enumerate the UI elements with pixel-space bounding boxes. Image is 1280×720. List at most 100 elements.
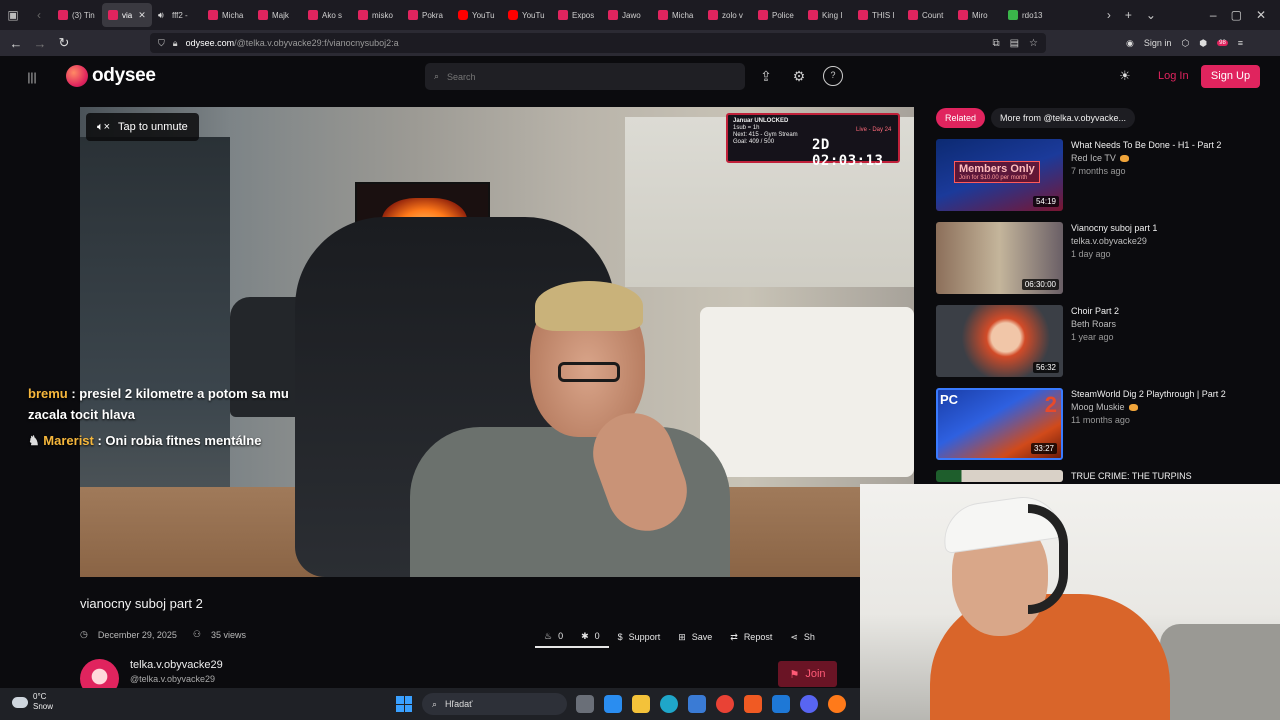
help-icon[interactable]: ? [823,66,843,86]
login-link[interactable]: Log In [1158,70,1189,82]
edge-icon[interactable] [660,695,678,713]
search-input[interactable] [447,71,728,82]
upload-icon[interactable]: ⇪ [756,66,776,86]
related-video-channel[interactable]: Beth Roars [1071,318,1119,331]
related-video-title[interactable]: SteamWorld Dig 2 Playthrough | Part 2 [1071,388,1226,401]
account-icon[interactable]: ◉ [1126,38,1134,49]
back-icon[interactable]: ← [4,36,28,51]
video-player[interactable] [80,107,914,577]
browser-tab[interactable]: Micha [202,3,252,27]
signup-button[interactable]: Sign Up [1201,65,1260,88]
minimize-icon[interactable]: – [1210,8,1217,22]
discord-icon[interactable] [800,695,818,713]
chrome-icon[interactable] [716,695,734,713]
repost-button[interactable]: ⇄ Repost [721,626,781,648]
related-video-title[interactable]: Choir Part 2 [1071,305,1119,318]
support-button[interactable]: $ Support [609,626,670,648]
related-video-item[interactable]: 56:32 Choir Part 2 Beth Roars 1 year ago [936,305,1266,377]
related-video-title[interactable]: TRUE CRIME: THE TURPINS [1071,470,1192,483]
related-video-item[interactable]: Members Only Join for $10.00 per month 54… [936,139,1266,211]
shield-ext-icon[interactable]: ⬢ [1199,38,1207,49]
related-channel-name: Red Ice TV [1071,153,1116,163]
browser-tab[interactable]: 🔊︎ fff2 - [152,3,202,27]
related-video-title[interactable]: Vianocny suboj part 1 [1071,222,1157,235]
weather-widget[interactable]: 0°C Snow [12,692,53,712]
settings-gear-icon[interactable]: ⚙ [789,66,809,86]
browser-tab[interactable]: misko [352,3,402,27]
fire-reaction-button[interactable]: ♨ 0 [535,626,573,648]
video-thumbnail[interactable]: 06:30:00 [936,222,1063,294]
video-thumbnail[interactable]: Members Only Join for $10.00 per month 54… [936,139,1063,211]
file-explorer-icon[interactable] [632,695,650,713]
close-tab-icon[interactable]: ✕ [138,10,146,21]
sign-in-link[interactable]: Sign in [1144,38,1172,48]
browser-tab[interactable]: zolo v [702,3,752,27]
reader-view-icon[interactable]: ▤ [1010,38,1019,49]
video-thumbnail[interactable] [936,470,1063,482]
related-video-item[interactable]: 06:30:00 Vianocny suboj part 1 telka.v.o… [936,222,1266,294]
share-button[interactable]: ⋖ Sh [781,626,824,648]
browser-tab[interactable]: via ✕ [102,3,152,27]
theme-toggle-icon[interactable]: ☀ [1119,68,1131,84]
browser-tab[interactable]: Pokra [402,3,452,27]
related-video-channel[interactable]: Moog Muskie [1071,401,1226,414]
browser-tab[interactable]: THIS I [852,3,902,27]
related-video-title[interactable]: What Needs To Be Done - H1 - Part 2 [1071,139,1221,152]
join-button[interactable]: ⚑ Join [778,661,837,687]
tab-list-dropdown-icon[interactable]: ⌄ [1146,8,1156,22]
menu-icon[interactable]: ≡ [1238,38,1243,48]
windows-start-icon[interactable] [396,696,412,712]
browser-tab[interactable]: YouTu [452,3,502,27]
related-video-item[interactable]: TRUE CRIME: THE TURPINS [936,470,1266,483]
tab-related[interactable]: Related [936,108,986,128]
browser-tab[interactable]: King I [802,3,852,27]
store-icon[interactable] [604,695,622,713]
forward-icon[interactable]: → [28,36,52,51]
bookmark-star-icon[interactable]: ☆ [1029,38,1038,49]
browser-tab[interactable]: Ako s [302,3,352,27]
related-video-channel[interactable]: telka.v.obyvacke29 [1071,235,1157,248]
tab-scroll-right-icon[interactable]: › [1107,8,1111,22]
tab-scroll-left-icon[interactable]: ‹ [26,0,52,30]
extension-badge[interactable]: 98 [1217,40,1228,46]
address-bar[interactable]: ⛉ 🔒︎ odysee.com/@telka.v.obyvacke29:f/vi… [150,33,1046,53]
browser-tab[interactable]: (3) Tin [52,3,102,27]
browser-tab[interactable]: YouTu [502,3,552,27]
search-bar[interactable]: ⌕ [425,63,745,90]
browser-tab[interactable]: Miro [952,3,1002,27]
app-icon[interactable] [688,695,706,713]
tab-more-from-channel[interactable]: More from @telka.v.obyvacke... [991,108,1136,128]
extensions-icon[interactable]: ⬡ [1181,38,1189,49]
tracking-shield-icon[interactable]: ⛉ [158,38,165,49]
video-thumbnail[interactable]: 56:32 [936,305,1063,377]
brave-icon[interactable] [744,695,762,713]
browser-tab[interactable]: Majk [252,3,302,27]
channel-name[interactable]: telka.v.obyvacke29 [130,659,223,671]
browser-tab[interactable]: Jawo [602,3,652,27]
browser-tab[interactable]: Micha [652,3,702,27]
save-button[interactable]: ⊞ Save [669,626,721,648]
video-thumbnail[interactable]: PC 2 33:27 [936,388,1063,460]
browser-tab[interactable]: Count [902,3,952,27]
odysee-logo-icon [66,65,88,87]
screenshot-icon[interactable]: ⧉ [992,38,999,49]
related-video-channel[interactable]: Red Ice TV [1071,152,1221,165]
maximize-icon[interactable]: ▢ [1231,8,1242,22]
new-tab-icon[interactable]: + [1125,8,1132,22]
browser-tab[interactable]: Police [752,3,802,27]
browser-tab[interactable]: Expos [552,3,602,27]
tab-overview-icon[interactable]: ▣ [0,0,26,30]
related-video-item[interactable]: PC 2 33:27 SteamWorld Dig 2 Playthrough … [936,388,1266,460]
unmute-button[interactable]: 🔈︎× Tap to unmute [86,113,199,141]
odysee-logo[interactable]: odysee [66,65,156,87]
browser-tab[interactable]: rdo13 [1002,3,1052,27]
document-icon[interactable] [772,695,790,713]
slime-reaction-button[interactable]: ✱ 0 [572,626,609,648]
reload-icon[interactable]: ↻ [52,35,76,51]
close-window-icon[interactable]: ✕ [1256,8,1266,22]
hamburger-menu-icon[interactable]: ||| [22,67,42,87]
task-view-icon[interactable] [576,695,594,713]
taskbar-search[interactable]: ⌕ Hľadať [422,693,567,715]
firefox-icon[interactable] [828,695,846,713]
lock-icon[interactable]: 🔒︎ [173,38,178,49]
